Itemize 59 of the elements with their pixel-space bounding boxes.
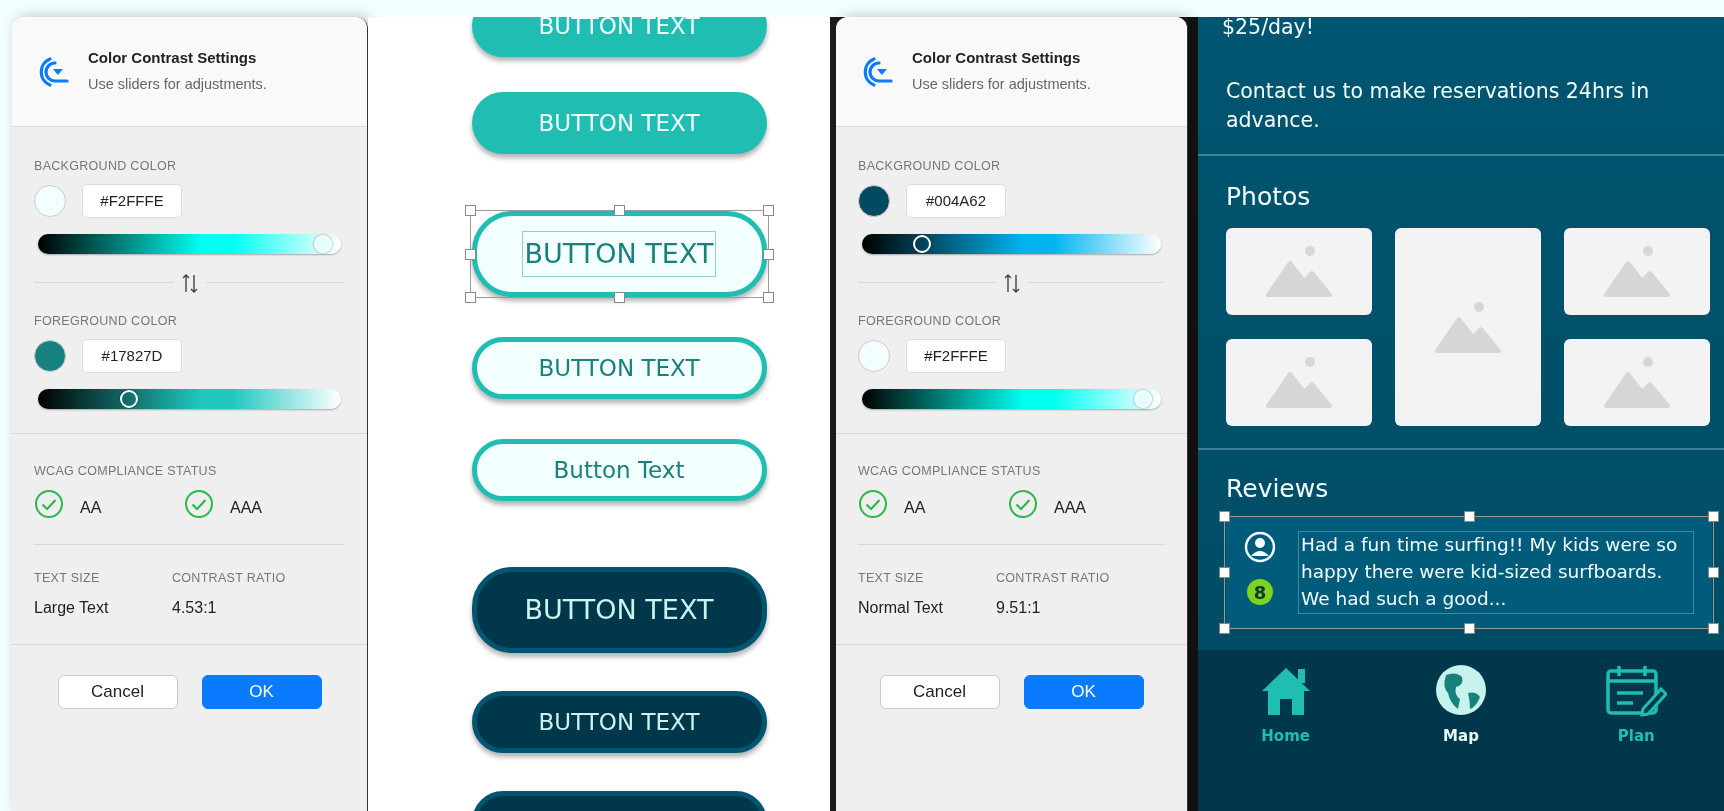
value-text: 4.53:1 bbox=[172, 598, 218, 618]
ok-button[interactable]: OK bbox=[1023, 675, 1144, 709]
section-label: CONTRAST RATIO bbox=[996, 570, 1111, 588]
section-label: FOREGROUND COLOR bbox=[34, 312, 178, 330]
sample-button[interactable]: Button Text bbox=[471, 439, 767, 501]
value-text: 9.51:1 bbox=[996, 598, 1042, 618]
mountain-icon bbox=[1602, 243, 1672, 300]
slider-thumb[interactable] bbox=[1134, 389, 1153, 408]
hex-field[interactable]: #F2FFFE bbox=[906, 338, 1006, 373]
nav-tab[interactable]: Map bbox=[1401, 661, 1521, 811]
hex-field[interactable]: #004A62 bbox=[906, 183, 1006, 218]
section-label: BACKGROUND COLOR bbox=[858, 158, 1002, 175]
value-text: Large Text bbox=[34, 598, 110, 618]
sample-button[interactable]: BUTTON TEXT bbox=[471, 337, 767, 399]
section-heading: Reviews bbox=[1225, 472, 1330, 505]
value-text: Normal Text bbox=[858, 598, 945, 618]
sample-button[interactable]: BUTTON TEXT bbox=[471, 567, 767, 653]
section-heading: Photos bbox=[1225, 181, 1312, 214]
nav-tab[interactable]: Plan bbox=[1576, 661, 1697, 811]
section-label: FOREGROUND COLOR bbox=[858, 312, 1002, 330]
dialog-title: Color Contrast Settings bbox=[88, 48, 258, 69]
sample-button[interactable]: BUTTON TEXT bbox=[471, 691, 767, 753]
review-text: Had a fun time surfing!! My kids were so happy there were kid-sized surfboards. We had such a good... bbox=[1298, 531, 1694, 614]
dialog-title: Color Contrast Settings bbox=[912, 48, 1082, 69]
check-label: AA bbox=[80, 498, 102, 519]
section-label: CONTRAST RATIO bbox=[172, 570, 287, 588]
ok-button[interactable]: OK bbox=[201, 675, 322, 709]
check-label: AA bbox=[904, 498, 926, 519]
cancel-button[interactable]: Cancel bbox=[879, 675, 1000, 709]
mountain-icon bbox=[1264, 354, 1334, 411]
dialog-subtitle: Use sliders for adjustments. bbox=[88, 74, 267, 94]
mountain-icon bbox=[1602, 354, 1672, 411]
check-label: AAA bbox=[230, 498, 262, 519]
slider-track[interactable] bbox=[862, 233, 1161, 254]
globe-icon bbox=[1434, 662, 1488, 717]
slider-thumb[interactable] bbox=[119, 389, 138, 408]
avatar-icon bbox=[1244, 531, 1276, 564]
check-label: AAA bbox=[1054, 498, 1086, 519]
dialog-subtitle: Use sliders for adjustments. bbox=[912, 74, 1091, 94]
slider-thumb[interactable] bbox=[912, 234, 931, 253]
section-label: TEXT SIZE bbox=[34, 570, 101, 588]
mountain-icon bbox=[1264, 243, 1334, 300]
hex-field[interactable]: #F2FFFE bbox=[82, 183, 182, 218]
cancel-button[interactable]: Cancel bbox=[57, 675, 178, 709]
review-card[interactable]: 8 Had a fun time surfing!! My kids were so happy there were kid-sized surfboards. We had such a good... bbox=[1226, 517, 1712, 628]
hex-field[interactable]: #17827D bbox=[82, 338, 182, 373]
slider-track[interactable] bbox=[38, 233, 341, 254]
slider-track[interactable] bbox=[38, 388, 341, 409]
section-label: BACKGROUND COLOR bbox=[34, 158, 178, 175]
section-label: WCAG COMPLIANCE STATUS bbox=[858, 462, 1042, 480]
rating-badge: 8 bbox=[1247, 579, 1273, 606]
section-label: TEXT SIZE bbox=[858, 570, 925, 588]
body-text: Contact us to make reservations 24hrs in advance. bbox=[1225, 77, 1651, 135]
slider-track[interactable] bbox=[862, 388, 1161, 409]
sample-button[interactable]: BUTTON TEXT bbox=[471, 211, 767, 297]
nav-tab[interactable]: Home bbox=[1225, 661, 1346, 811]
slider-thumb[interactable] bbox=[313, 234, 332, 253]
body-text: $25/day! bbox=[1221, 14, 1315, 41]
section-label: WCAG COMPLIANCE STATUS bbox=[34, 462, 218, 480]
